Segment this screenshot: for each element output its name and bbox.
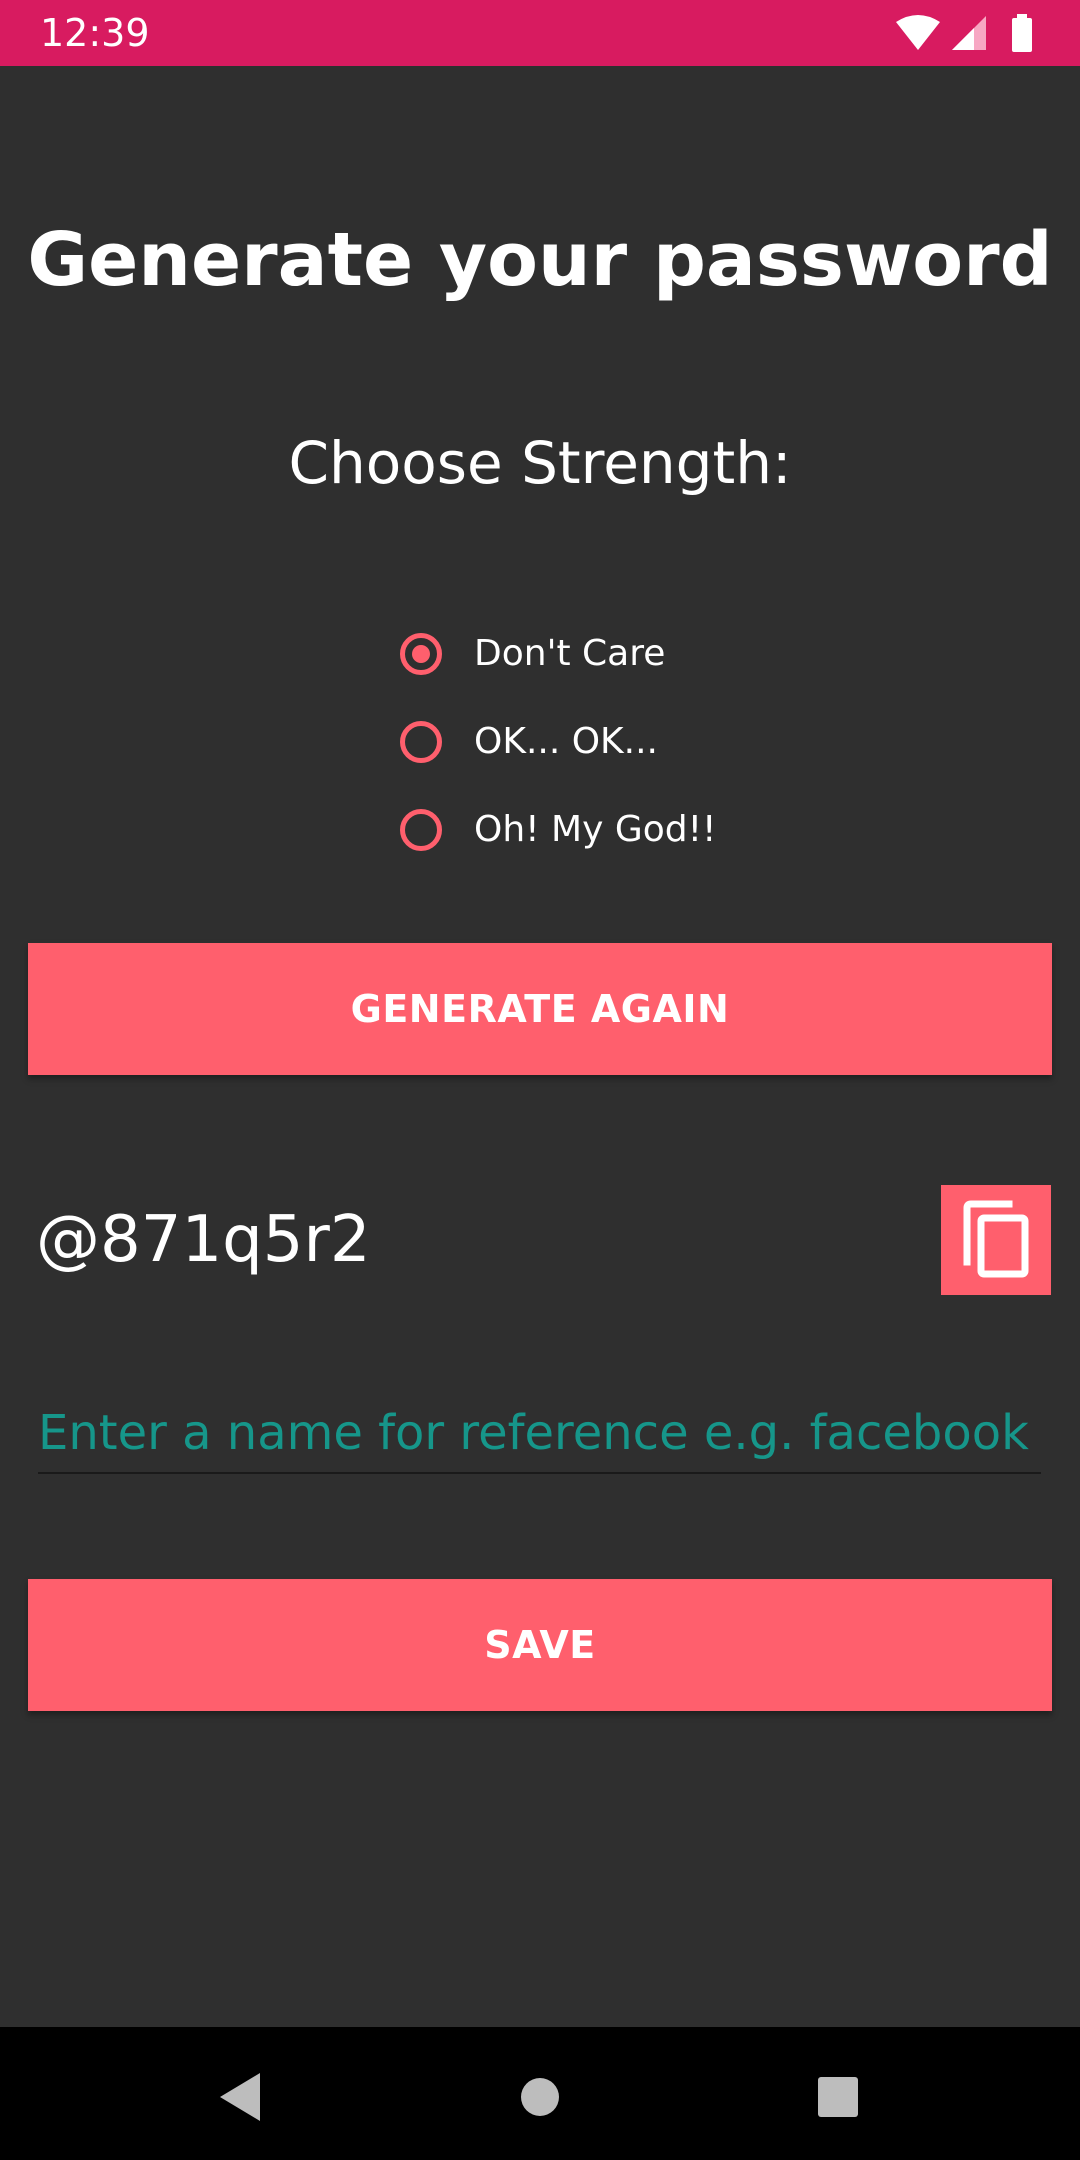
generated-password: @871q5r2	[36, 1203, 371, 1277]
strength-heading: Choose Strength:	[288, 429, 792, 497]
radio-button[interactable]	[400, 721, 442, 763]
strength-radio-group: Don't Care OK... OK... Oh! My God!!	[400, 610, 820, 874]
wifi-icon	[896, 15, 940, 50]
screen: 12:39 Generate your password Choose Stre…	[0, 0, 1080, 2160]
back-icon[interactable]	[200, 2057, 280, 2137]
save-button[interactable]: SAVE	[28, 1579, 1052, 1711]
status-icons	[894, 12, 1044, 54]
radio-label: Oh! My God!!	[474, 809, 717, 850]
reference-input-container	[38, 1398, 1041, 1474]
radio-label: OK... OK...	[474, 721, 658, 762]
reference-name-input[interactable]	[38, 1398, 1041, 1468]
radio-button-checked[interactable]	[400, 633, 442, 675]
radio-label: Don't Care	[474, 633, 666, 674]
copy-button[interactable]	[941, 1185, 1051, 1295]
battery-icon	[1012, 18, 1032, 52]
home-icon[interactable]	[500, 2057, 580, 2137]
navigation-bar	[0, 2027, 1080, 2160]
radio-option-oh-my-god[interactable]: Oh! My God!!	[400, 786, 820, 874]
status-icon-group	[896, 14, 1032, 52]
radio-option-ok-ok[interactable]: OK... OK...	[400, 698, 820, 786]
radio-button[interactable]	[400, 809, 442, 851]
generate-again-button[interactable]: GENERATE AGAIN	[28, 943, 1052, 1075]
status-bar: 12:39	[0, 0, 1080, 66]
status-time: 12:39	[40, 11, 150, 55]
recents-icon[interactable]	[798, 2057, 878, 2137]
page-title: Generate your password	[27, 217, 1053, 303]
radio-option-dont-care[interactable]: Don't Care	[400, 610, 820, 698]
copy-icon	[963, 1200, 1029, 1278]
